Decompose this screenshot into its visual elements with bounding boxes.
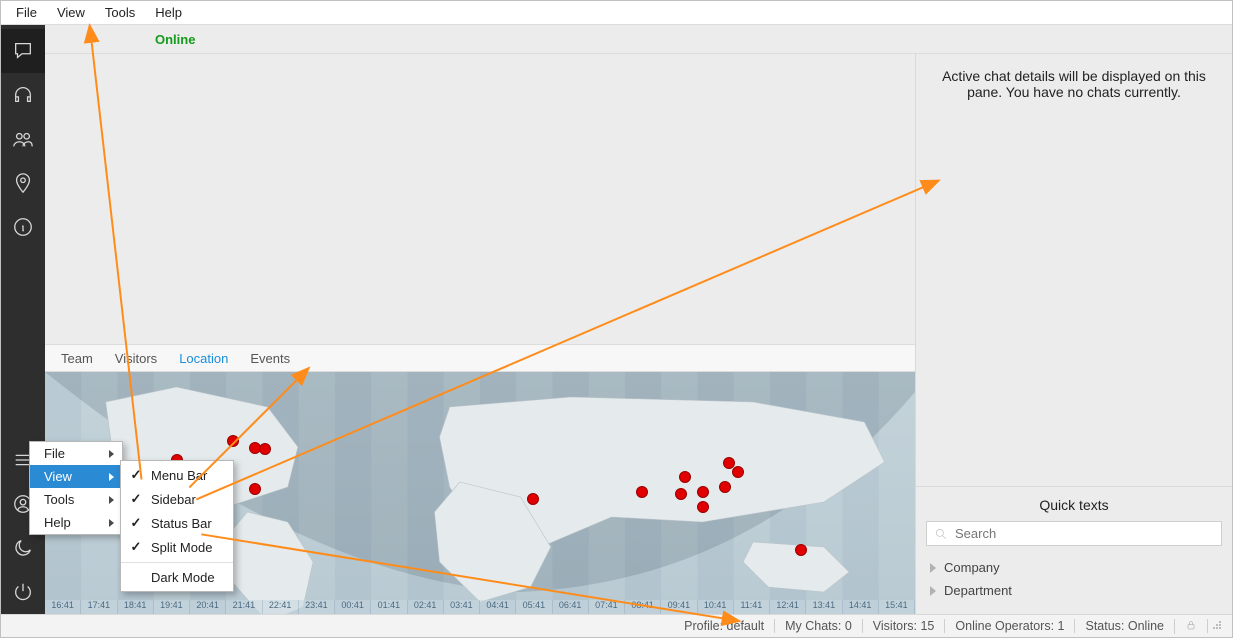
people-icon[interactable] [1,117,45,161]
context-menu-item-file[interactable]: File [30,442,122,465]
quick-texts-search-input[interactable] [926,521,1222,546]
info-icon[interactable] [1,205,45,249]
timezone-hour: 22:41 [263,600,299,614]
status-online-label: Online [45,32,195,47]
tab-events[interactable]: Events [240,348,300,369]
timezone-hour: 12:41 [770,600,806,614]
timezone-hour: 00:41 [335,600,371,614]
quick-text-group-label: Company [944,560,1000,575]
submenu-item-split-mode[interactable]: ✓ Split Mode [121,535,233,559]
menu-tools[interactable]: Tools [95,3,145,22]
check-icon: ✓ [129,539,143,555]
timezone-hour: 05:41 [516,600,552,614]
timezone-hour: 17:41 [81,600,117,614]
visitor-dot[interactable] [697,501,709,513]
timezone-hour: 10:41 [698,600,734,614]
timezone-hour: 14:41 [843,600,879,614]
context-menu-root: File View Tools Help [29,441,123,535]
quick-text-group-department[interactable]: Department [926,579,1222,602]
context-submenu-view: ✓ Menu Bar ✓ Sidebar ✓ Status Bar ✓ Spli… [120,460,234,592]
visitor-dot[interactable] [259,443,271,455]
submenu-item-dark-mode[interactable]: Dark Mode [121,566,233,589]
quick-text-group-label: Department [944,583,1012,598]
timezone-hour: 01:41 [371,600,407,614]
visitor-dot[interactable] [249,483,261,495]
visitor-dot[interactable] [227,435,239,447]
timezone-hour: 03:41 [444,600,480,614]
check-icon: ✓ [129,515,143,531]
context-menu-item-help[interactable]: Help [30,511,122,534]
timezone-hour: 02:41 [408,600,444,614]
chevron-right-icon [109,496,114,504]
quick-text-group-company[interactable]: Company [926,556,1222,579]
timezone-hour: 09:41 [661,600,697,614]
context-menu-item-view[interactable]: View [30,465,122,488]
chevron-right-icon [109,473,114,481]
context-menu-item-tools[interactable]: Tools [30,488,122,511]
chat-details-empty-message: Active chat details will be displayed on… [916,54,1232,114]
status-visitors: Visitors: 15 [862,619,945,633]
timezone-hour: 07:41 [589,600,625,614]
visitor-dot[interactable] [527,493,539,505]
tab-location[interactable]: Location [169,348,238,369]
quick-texts-section: Quick texts Company Department [916,486,1232,614]
submenu-item-sidebar[interactable]: ✓ Sidebar [121,487,233,511]
map-pin-icon[interactable] [1,161,45,205]
chevron-right-icon [109,450,114,458]
timezone-hour: 11:41 [734,600,770,614]
search-icon [934,527,948,541]
menu-help[interactable]: Help [145,3,192,22]
chevron-right-icon [109,519,114,527]
status-operators: Online Operators: 1 [944,619,1074,633]
timezone-hour: 18:41 [118,600,154,614]
timezone-hour: 08:41 [625,600,661,614]
visitor-dot[interactable] [697,486,709,498]
visitor-dot[interactable] [679,471,691,483]
status-header: Online [45,25,1232,54]
visitor-dot[interactable] [675,488,687,500]
menu-view[interactable]: View [47,3,95,22]
timezone-hour: 13:41 [806,600,842,614]
chat-pane-empty [45,54,915,344]
status-my-chats: My Chats: 0 [774,619,862,633]
timezone-hour: 21:41 [226,600,262,614]
timezone-hour: 23:41 [299,600,335,614]
chat-bubble-icon[interactable] [1,29,45,73]
timezone-hour: 20:41 [190,600,226,614]
submenu-item-menu-bar[interactable]: ✓ Menu Bar [121,463,233,487]
timezone-hour: 19:41 [154,600,190,614]
tab-team[interactable]: Team [51,348,103,369]
menubar: File View Tools Help [1,1,1232,25]
timezone-strip: 16:4117:4118:4119:4120:4121:4122:4123:41… [45,600,915,614]
resize-grip-icon[interactable] [1207,619,1226,633]
headset-icon[interactable] [1,73,45,117]
timezone-hour: 16:41 [45,600,81,614]
timezone-hour: 06:41 [553,600,589,614]
visitor-dot[interactable] [636,486,648,498]
timezone-hour: 04:41 [480,600,516,614]
status-bar: Profile: default My Chats: 0 Visitors: 1… [1,614,1232,637]
visitor-dot[interactable] [795,544,807,556]
visitor-dot[interactable] [732,466,744,478]
lock-icon [1174,619,1207,634]
right-panel: Active chat details will be displayed on… [915,54,1232,614]
status-status: Status: Online [1074,619,1174,633]
visitor-dot[interactable] [719,481,731,493]
tab-visitors[interactable]: Visitors [105,348,167,369]
timezone-hour: 15:41 [879,600,915,614]
quick-texts-title: Quick texts [926,493,1222,521]
submenu-item-status-bar[interactable]: ✓ Status Bar [121,511,233,535]
status-profile: Profile: default [674,619,774,633]
center-tabs: Team Visitors Location Events [45,344,915,372]
triangle-right-icon [930,563,936,573]
menu-file[interactable]: File [6,3,47,22]
check-icon: ✓ [129,467,143,483]
check-icon: ✓ [129,491,143,507]
power-icon[interactable] [1,570,45,614]
app-window: File View Tools Help [0,0,1233,638]
triangle-right-icon [930,586,936,596]
